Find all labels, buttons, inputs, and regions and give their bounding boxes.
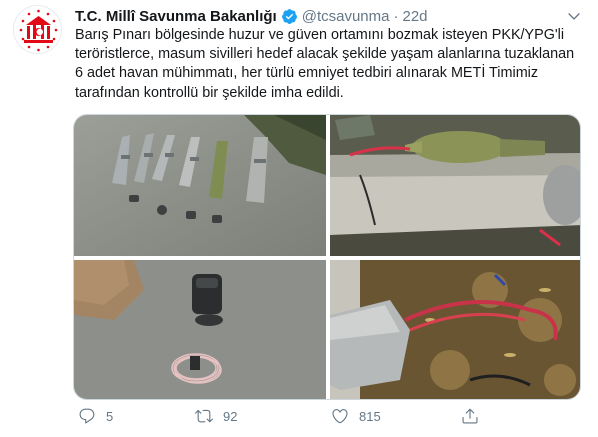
tweet-text-line: tarafından kontrollü bir şekilde imha ed…: [75, 84, 344, 101]
author-handle[interactable]: @tcsavunma: [302, 8, 390, 25]
photo-mortar-rounds[interactable]: [74, 115, 326, 256]
heart-icon: [332, 409, 348, 424]
retweet-count: 92: [223, 408, 238, 424]
photo-mortar-wired[interactable]: [330, 115, 580, 256]
ministry-emblem-icon: [15, 7, 61, 53]
tweet-text-line: Barış Pınarı bölgesinde huzur ve güven o…: [75, 27, 565, 43]
verified-badge-icon: [281, 8, 297, 24]
reply-count: 5: [106, 408, 114, 424]
avatar[interactable]: [13, 5, 62, 54]
photo-mortar-closeup[interactable]: [330, 260, 580, 399]
share-button[interactable]: [461, 407, 479, 425]
tweet[interactable]: T.C. Millî Savunma Bakanlığı @tcsavunma …: [0, 0, 598, 437]
retweet-button[interactable]: 92: [195, 407, 237, 425]
author-name[interactable]: T.C. Millî Savunma Bakanlığı: [75, 8, 277, 25]
like-count: 815: [359, 408, 381, 424]
share-icon: [462, 408, 478, 424]
photo-detonator-parts[interactable]: [74, 260, 326, 399]
retweet-icon: [195, 409, 213, 423]
tweet-text-line: teröristlerce, masum sivilleri hedef ala…: [75, 46, 575, 63]
tweet-timestamp[interactable]: 22d: [402, 8, 427, 25]
reply-button[interactable]: 5: [78, 407, 113, 425]
like-button[interactable]: 815: [331, 407, 381, 425]
separator-dot: ·: [393, 7, 399, 25]
chevron-down-icon[interactable]: [566, 8, 582, 24]
reply-icon: [79, 408, 95, 424]
tweet-text: Barış Pınarı bölgesinde huzur ve güven o…: [75, 26, 585, 103]
tweet-actions: 5 92 815: [73, 407, 583, 427]
tweet-text-line: 6 adet havan mühimmatı, her türlü emniye…: [75, 65, 539, 82]
media-grid: [73, 114, 581, 400]
tweet-header: T.C. Millî Savunma Bakanlığı @tcsavunma …: [75, 6, 428, 26]
